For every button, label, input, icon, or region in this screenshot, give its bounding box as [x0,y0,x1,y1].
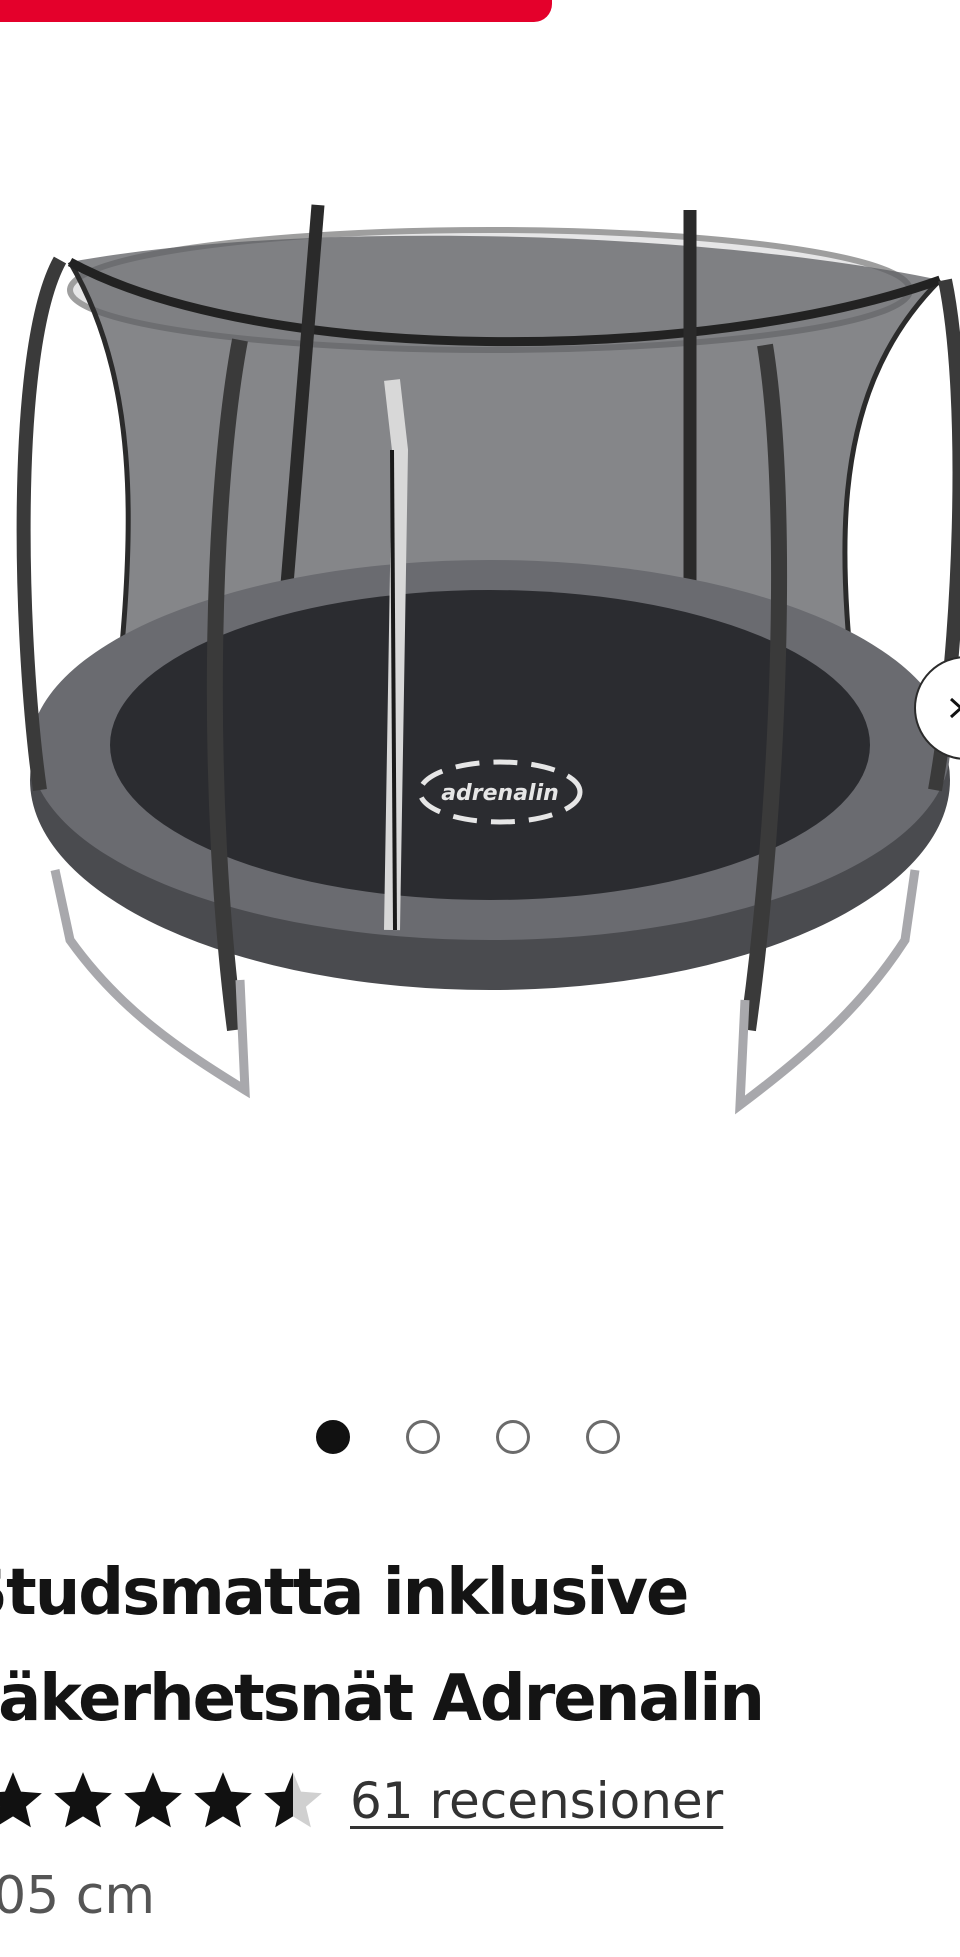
trampoline-image: adrenalin [16,204,960,1115]
reviews-link[interactable]: 61 recensioner [350,1772,723,1830]
gallery-pagination [316,1420,620,1454]
gallery-dot[interactable] [406,1420,440,1454]
rating-row: 61 recensioner [0,1768,723,1834]
svg-text:adrenalin: adrenalin [441,781,559,806]
product-title-line-1: Studsmatta inklusive [0,1556,689,1630]
product-page: adrenalin Studsmatta inklusive säkerhets… [0,0,960,1957]
size-label: 305 cm [0,1866,156,1926]
star-icon [0,1772,42,1828]
star-icon [54,1772,112,1828]
star-icon [264,1772,322,1828]
gallery-dot[interactable] [496,1420,530,1454]
gallery-dot[interactable] [586,1420,620,1454]
gallery-dot[interactable] [316,1420,350,1454]
product-title-line-2: säkerhetsnät Adrenalin [0,1662,765,1736]
product-title: Studsmatta inklusive säkerhetsnät Adrena… [0,1540,960,1752]
star-icon [194,1772,252,1828]
promo-banner[interactable] [0,0,552,22]
star-rating [0,1768,326,1834]
star-icon [124,1772,182,1828]
chevron-right-icon [949,697,960,719]
